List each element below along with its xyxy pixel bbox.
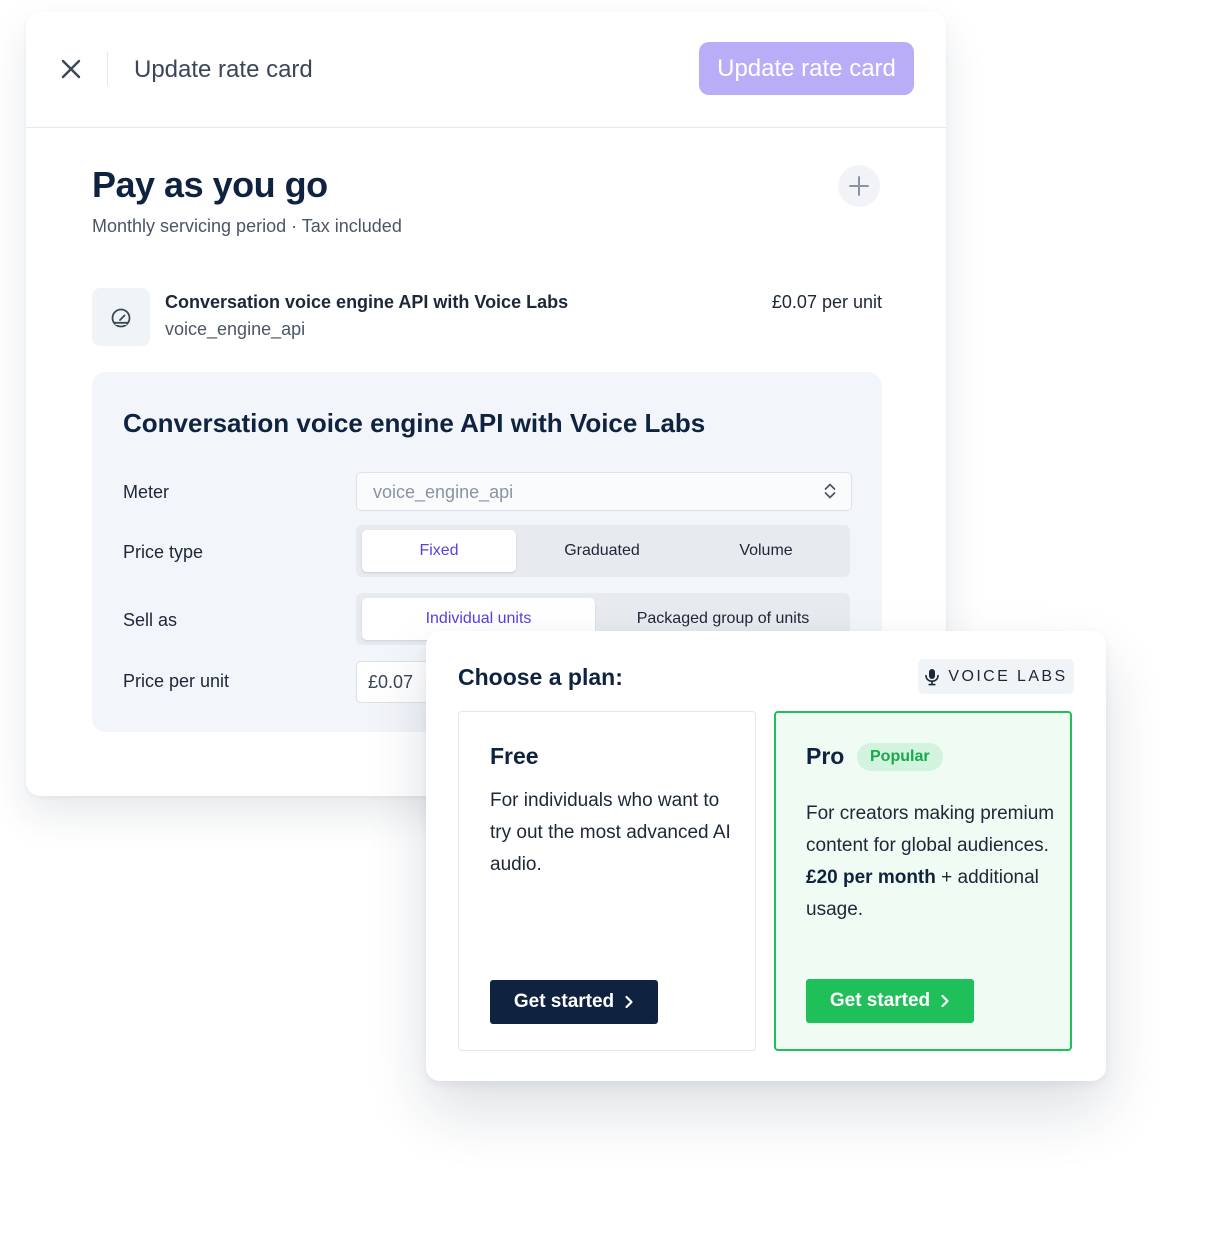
page-title: Update rate card <box>134 56 313 83</box>
meter-value: voice_engine_api <box>373 482 514 502</box>
microphone-icon <box>925 668 940 685</box>
rate-card-header: Update rate card Update rate card <box>26 12 946 128</box>
product-name: Conversation voice engine API with Voice… <box>165 292 569 312</box>
sell-as-label: Sell as <box>123 610 178 630</box>
gauge-icon <box>111 308 131 328</box>
price-per-unit-value: £0.07 <box>368 672 414 692</box>
price-per-unit-label: Price per unit <box>123 671 230 691</box>
header-divider <box>107 52 108 86</box>
free-get-started-button[interactable]: Get started <box>490 980 658 1024</box>
product-price: £0.07 per unit <box>771 292 882 312</box>
meter-select[interactable]: voice_engine_api <box>356 472 852 511</box>
chevron-up-down-icon <box>824 483 836 499</box>
pricing-plan-title: Pay as you go <box>92 164 328 205</box>
pro-description-text: For creators making premium content for … <box>806 803 1055 856</box>
voice-labs-badge: VOICE LABS <box>918 659 1074 694</box>
tier-description: For creators making premium content for … <box>806 798 1056 926</box>
close-icon <box>61 59 81 79</box>
choose-plan-card: Choose a plan: VOICE LABS Free For indiv… <box>426 631 1106 1081</box>
tier-description: For individuals who want to try out the … <box>490 790 731 875</box>
price-type-graduated[interactable]: Graduated <box>522 530 682 572</box>
tier-name: Free <box>490 743 539 769</box>
tier-name: Pro <box>806 743 845 769</box>
update-rate-card-button[interactable]: Update rate card <box>699 42 914 95</box>
product-code: voice_engine_api <box>165 319 306 339</box>
price-type-volume[interactable]: Volume <box>686 530 846 572</box>
pro-get-started-button[interactable]: Get started <box>806 979 974 1023</box>
detail-title: Conversation voice engine API with Voice… <box>123 408 706 438</box>
cta-label: Get started <box>829 990 931 1011</box>
pro-price: £20 per month <box>806 867 936 888</box>
price-type-fixed[interactable]: Fixed <box>362 530 516 572</box>
meter-label: Meter <box>123 482 170 502</box>
choose-plan-title: Choose a plan: <box>458 664 623 690</box>
popular-badge: Popular <box>857 743 943 771</box>
plan-tier-free: Free For individuals who want to try out… <box>458 711 756 1051</box>
price-type-label: Price type <box>123 542 204 562</box>
price-type-segmented-control: Fixed Graduated Volume <box>356 525 850 577</box>
close-button[interactable] <box>56 54 86 84</box>
product-icon-box <box>92 288 150 346</box>
cta-label: Get started <box>513 991 615 1012</box>
add-price-button[interactable] <box>838 165 880 207</box>
plus-icon <box>849 176 869 196</box>
chevron-right-icon <box>625 995 633 1009</box>
chevron-right-icon <box>941 994 949 1008</box>
voice-labs-badge-text: VOICE LABS <box>948 667 1068 685</box>
plan-tier-pro: Pro Popular For creators making premium … <box>774 711 1072 1051</box>
pricing-plan-subtitle: Monthly servicing period · Tax included <box>92 216 402 236</box>
